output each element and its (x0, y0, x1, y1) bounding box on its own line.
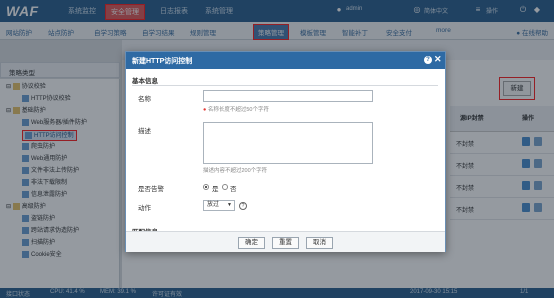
description-hint: 描述内容不超过200个字符 (203, 168, 268, 174)
reset-button[interactable]: 重置 (272, 237, 299, 249)
section-basic-info: 基本信息 (132, 78, 158, 85)
dialog-header: 新建HTTP访问控制 ? ✕ (126, 52, 445, 69)
close-icon[interactable]: ✕ (434, 54, 442, 65)
name-hint: ● 名称长度不超过50个字符 (203, 105, 269, 113)
action-select[interactable]: 放过 ▼ (203, 200, 235, 211)
chevron-down-icon: ▼ (227, 202, 232, 208)
action-select-value: 放过 (207, 202, 220, 208)
dialog-footer: 确定 重置 取消 (126, 231, 445, 252)
description-textarea[interactable] (203, 122, 373, 164)
required-dot-icon: ● (203, 107, 207, 113)
confirm-button[interactable]: 确定 (238, 237, 265, 249)
alert-no-radio[interactable] (222, 184, 228, 190)
question-icon[interactable]: ? (239, 202, 247, 210)
new-http-access-control-dialog: 新建HTTP访问控制 ? ✕ 基本信息 名称 ● 名称长度不超过50个字符 描述… (125, 51, 446, 252)
alert-enabled-label: 是否告警 (138, 186, 164, 193)
dialog-title: 新建HTTP访问控制 (132, 58, 193, 65)
help-icon[interactable]: ? (424, 56, 432, 64)
alert-no-label: 否 (230, 186, 237, 193)
alert-yes-radio[interactable] (203, 184, 209, 190)
name-input[interactable] (203, 90, 373, 102)
alert-yes-label: 是 (212, 186, 219, 193)
description-label: 描述 (138, 128, 151, 135)
name-hint-text: 名称长度不超过50个字符 (207, 107, 269, 113)
cancel-button[interactable]: 取消 (306, 237, 333, 249)
section-divider (132, 85, 438, 86)
action-label: 动作 (138, 205, 151, 212)
name-label: 名称 (138, 96, 151, 103)
